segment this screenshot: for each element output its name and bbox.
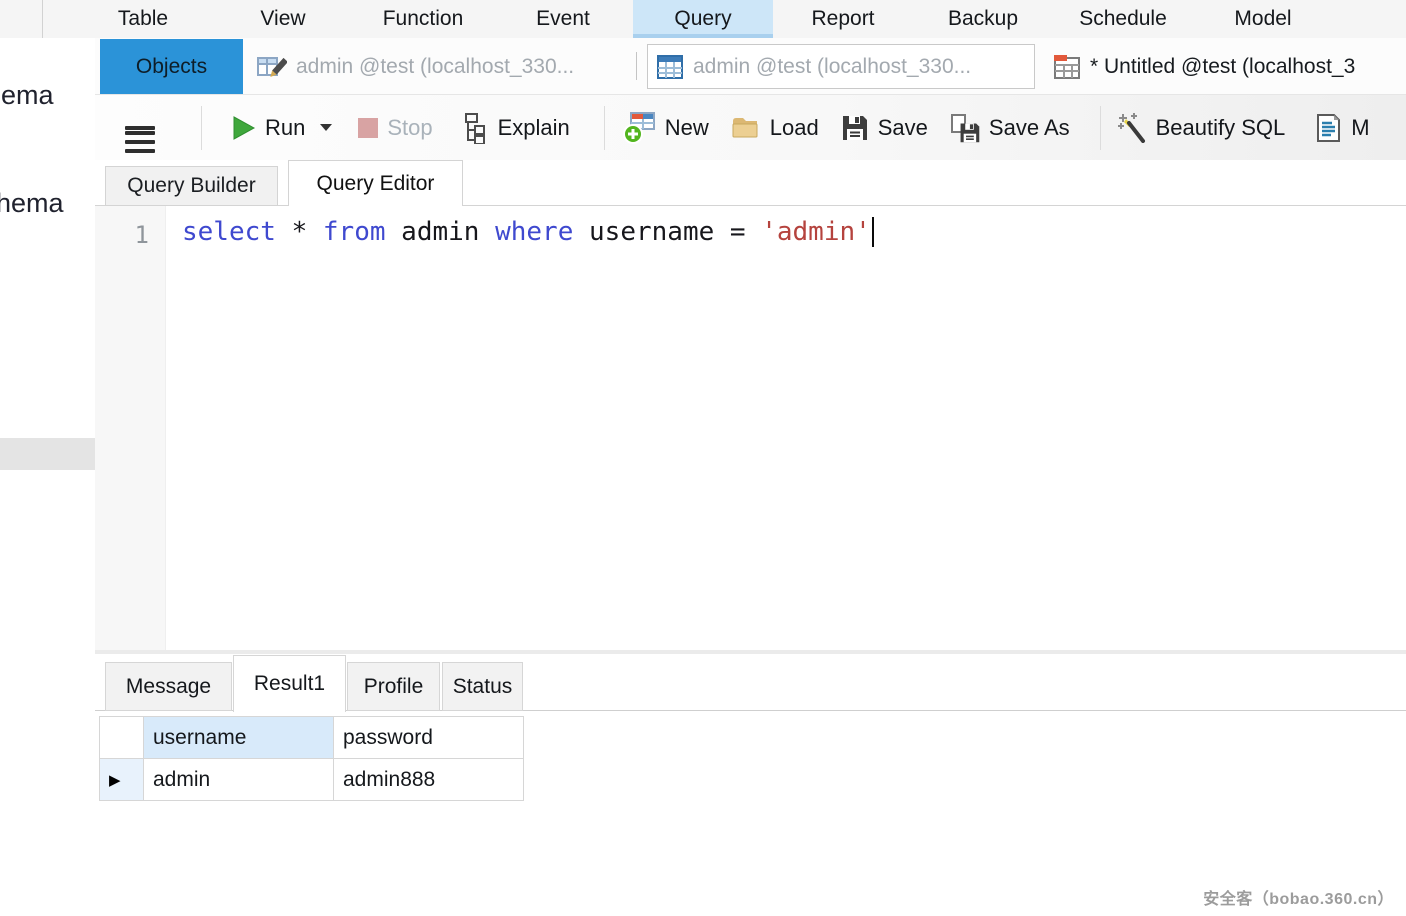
tab-status[interactable]: Status	[442, 662, 523, 711]
explain-button[interactable]: Explain	[459, 112, 570, 144]
text-cursor	[872, 217, 874, 247]
sidebar-item-schema-top[interactable]: ema	[1, 80, 54, 111]
grid-header-password[interactable]: password	[334, 717, 524, 759]
save-as-button[interactable]: Save As	[950, 113, 1070, 143]
sql-editor[interactable]: 1 select * from admin where username = '…	[95, 206, 1406, 650]
sidebar-selected-row[interactable]	[0, 438, 95, 470]
table-edit-icon	[257, 52, 287, 82]
tab-profile[interactable]: Profile	[347, 662, 440, 711]
run-play-icon	[230, 115, 256, 141]
save-as-label: Save As	[989, 115, 1070, 141]
beautify-sql-label: Beautify SQL	[1156, 115, 1286, 141]
menu-bar-divider	[42, 0, 43, 38]
toolbar-divider	[604, 106, 605, 150]
sql-text: username =	[573, 217, 761, 247]
editor-tab-row: Query Builder Query Editor	[95, 160, 1406, 206]
menu-item-report[interactable]: Report	[773, 0, 913, 38]
new-query-icon	[623, 111, 656, 144]
tab-admin-open[interactable]: admin @test (localhost_330...	[647, 44, 1035, 89]
stop-label: Stop	[387, 115, 432, 141]
menu-bar: Table View Function Event Query Report B…	[0, 0, 1406, 39]
sql-text: admin	[386, 217, 496, 247]
row-selector-marker[interactable]: ▶	[100, 759, 144, 801]
sql-keyword: select	[182, 217, 276, 247]
table-grid-icon	[656, 53, 684, 81]
tab-query-builder[interactable]: Query Builder	[105, 166, 278, 205]
grid-corner-cell[interactable]	[100, 717, 144, 759]
clipped-toolbar-button[interactable]: M	[1314, 114, 1369, 142]
tab-objects[interactable]: Objects	[100, 39, 243, 94]
new-label: New	[665, 115, 709, 141]
query-grid-icon	[1053, 53, 1081, 81]
tab-admin-design[interactable]: admin @test (localhost_330...	[245, 39, 642, 94]
tab-admin-design-label: admin @test (localhost_330...	[296, 55, 574, 79]
hamburger-icon	[125, 126, 155, 130]
tab-query-editor[interactable]: Query Editor	[288, 160, 463, 206]
tab-admin-open-label: admin @test (localhost_330...	[693, 55, 971, 79]
sql-keyword: where	[495, 217, 573, 247]
menu-item-table[interactable]: Table	[73, 0, 213, 38]
sidebar: ema hema	[0, 38, 96, 916]
sql-string: 'admin'	[761, 217, 871, 247]
menu-item-backup[interactable]: Backup	[913, 0, 1053, 38]
grid-header-row: username password	[100, 717, 524, 759]
tab-result1[interactable]: Result1	[233, 655, 346, 712]
magic-wand-icon	[1117, 113, 1147, 143]
menu-item-schedule[interactable]: Schedule	[1053, 0, 1193, 38]
load-button[interactable]: Load	[731, 114, 819, 141]
result-grid: username password ▶ admin admin888	[99, 716, 524, 801]
tab-untitled-query-label: * Untitled @test (localhost_3	[1090, 55, 1355, 79]
floppy-icon	[841, 114, 869, 142]
run-button[interactable]: Run	[230, 115, 332, 141]
menu-item-model[interactable]: Model	[1193, 0, 1333, 38]
line-number: 1	[95, 221, 149, 249]
table-row: ▶ admin admin888	[100, 759, 524, 801]
toolbar-divider	[1100, 106, 1101, 150]
new-query-button[interactable]: New	[623, 111, 709, 144]
menu-item-function[interactable]: Function	[353, 0, 493, 38]
sql-code-line[interactable]: select * from admin where username = 'ad…	[182, 217, 874, 247]
menu-items: Table View Function Event Query Report B…	[73, 0, 1333, 38]
menu-item-view[interactable]: View	[213, 0, 353, 38]
cell-password[interactable]: admin888	[334, 759, 524, 801]
explain-label: Explain	[498, 115, 570, 141]
floppy-copy-icon	[950, 113, 980, 143]
grid-header-username[interactable]: username	[144, 717, 334, 759]
editor-gutter	[95, 206, 166, 650]
run-label: Run	[265, 115, 305, 141]
query-toolbar: Run Stop Explain	[95, 95, 1406, 160]
sql-keyword: from	[323, 217, 386, 247]
run-dropdown-caret-icon[interactable]	[320, 124, 332, 131]
document-icon	[1314, 114, 1342, 142]
tab-objects-label: Objects	[136, 55, 207, 79]
sidebar-item-schema-bottom[interactable]: hema	[0, 188, 64, 219]
folder-icon	[731, 114, 761, 141]
cell-username[interactable]: admin	[144, 759, 334, 801]
tab-message[interactable]: Message	[105, 662, 232, 711]
explain-tree-icon	[459, 112, 489, 144]
sql-text: *	[276, 217, 323, 247]
stop-square-icon	[358, 118, 378, 138]
toolbar-divider	[201, 106, 202, 150]
stop-button[interactable]: Stop	[358, 115, 432, 141]
result-tab-row: Message Result1 Profile Status	[95, 654, 1406, 711]
menu-item-event[interactable]: Event	[493, 0, 633, 38]
save-button[interactable]: Save	[841, 114, 928, 142]
load-label: Load	[770, 115, 819, 141]
tab-divider	[636, 52, 637, 80]
document-tab-strip: Objects admin @test (localhost_330...	[95, 38, 1406, 95]
menu-item-query[interactable]: Query	[633, 0, 773, 38]
watermark-text: 安全客（bobao.360.cn）	[1203, 885, 1394, 909]
clipped-button-label: M	[1351, 115, 1369, 141]
save-label: Save	[878, 115, 928, 141]
beautify-sql-button[interactable]: Beautify SQL	[1117, 113, 1286, 143]
tab-untitled-query[interactable]: * Untitled @test (localhost_3	[1045, 39, 1406, 94]
hamburger-menu-button[interactable]	[125, 121, 155, 135]
navicat-window: Table View Function Event Query Report B…	[0, 0, 1406, 916]
